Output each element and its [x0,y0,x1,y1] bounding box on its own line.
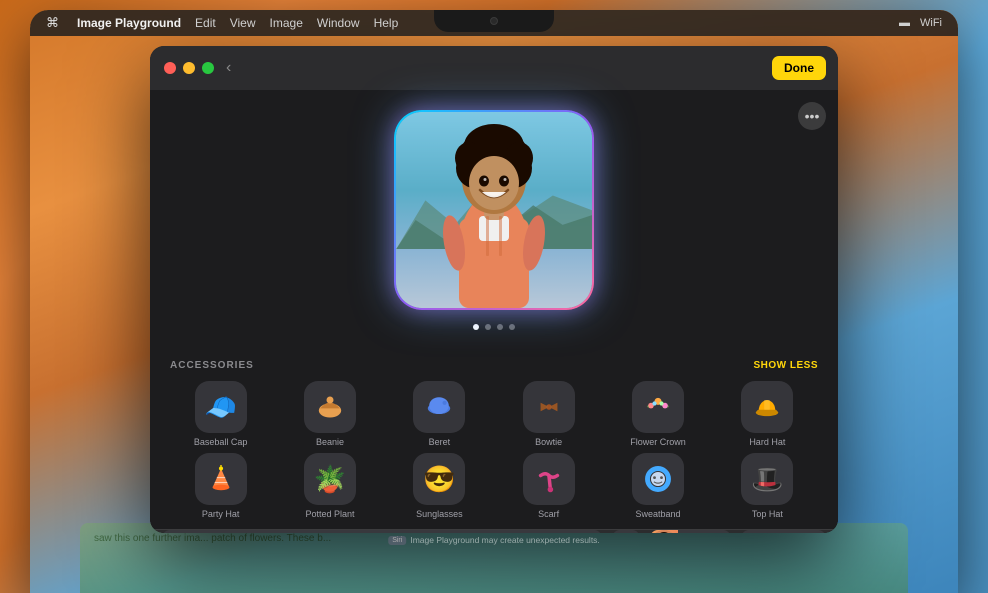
image-area: ••• [150,90,838,350]
maximize-button[interactable] [202,62,214,74]
scarf-icon [523,453,575,505]
ellipsis-icon: ••• [805,108,820,124]
sweatband-icon [632,453,684,505]
menu-app-name[interactable]: Image Playground [77,16,181,30]
menu-image[interactable]: Image [270,16,303,30]
beret-icon [413,381,465,433]
accessory-sweatband[interactable]: Sweatband [607,453,708,519]
person-info: PERSON Theo [678,530,731,533]
flower-crown-icon [632,381,684,433]
show-less-button[interactable]: SHOW LESS [753,360,818,371]
sunglasses-label: Sunglasses [416,509,463,519]
dot-4[interactable] [509,324,515,330]
image-gen-button[interactable]: ⊞ [612,530,640,533]
done-button[interactable]: Done [772,56,826,80]
accessory-sunglasses[interactable]: 😎 Sunglasses [389,453,490,519]
accessory-bowtie[interactable]: Bowtie [498,381,599,447]
close-button[interactable] [164,62,176,74]
menu-help[interactable]: Help [374,16,399,30]
ai-badge: Siri [388,536,406,545]
person-tag[interactable]: PERSON Theo [650,530,731,533]
sunglasses-icon: 😎 [413,453,465,505]
person-figure-svg [424,112,564,308]
person-avatar [650,530,678,533]
beanie-icon [304,381,356,433]
ai-note: Siri Image Playground may create unexpec… [388,535,600,545]
pagination-dots [473,324,515,330]
menu-bar-left: ⌘ Image Playground Edit View Image Windo… [46,15,398,31]
beret-label: Beret [429,437,451,447]
accessories-section: ACCESSORIES SHOW LESS 🧢 Baseball Cap [150,350,838,529]
sweatband-label: Sweatband [635,509,680,519]
accessory-party-hat[interactable]: Party Hat [170,453,271,519]
generated-image-container [394,110,594,310]
dot-3[interactable] [497,324,503,330]
dot-1[interactable] [473,324,479,330]
bowtie-label: Bowtie [535,437,562,447]
potted-plant-label: Potted Plant [305,509,354,519]
hard-hat-label: Hard Hat [749,437,785,447]
menu-edit[interactable]: Edit [195,16,216,30]
accessories-grid: 🧢 Baseball Cap [170,381,818,519]
accessory-flower-crown[interactable]: Flower Crown [607,381,708,447]
party-hat-label: Party Hat [202,509,240,519]
below-window-panel: saw this one further ima... patch of flo… [80,523,908,593]
accessory-baseball-cap[interactable]: 🧢 Baseball Cap [170,381,271,447]
ai-note-text: Image Playground may create unexpected r… [410,535,599,545]
flower-crown-label: Flower Crown [630,437,686,447]
desktop: ⌘ Image Playground Edit View Image Windo… [0,0,988,593]
accessory-top-hat[interactable]: 🎩 Top Hat [717,453,818,519]
laptop-frame: ⌘ Image Playground Edit View Image Windo… [30,10,958,593]
wifi-icon: WiFi [920,17,942,29]
baseball-cap-label: Baseball Cap [194,437,248,447]
baseball-cap-icon: 🧢 [195,381,247,433]
dot-2[interactable] [485,324,491,330]
generated-image [396,112,592,308]
traffic-lights [164,62,214,74]
accessories-header: ACCESSORIES SHOW LESS [170,360,818,371]
app-window: ‹ Done ••• [150,46,838,533]
camera-notch [434,10,554,32]
apple-logo-icon: ⌘ [46,15,59,31]
beanie-label: Beanie [316,437,344,447]
accessory-beret[interactable]: Beret [389,381,490,447]
potted-plant-icon: 🪴 [304,453,356,505]
accessory-potted-plant[interactable]: 🪴 Potted Plant [279,453,380,519]
style-icon [741,530,769,533]
more-options-button[interactable]: ••• [798,102,826,130]
menu-window[interactable]: Window [317,16,360,30]
top-hat-label: Top Hat [752,509,783,519]
accessory-beanie[interactable]: Beanie [279,381,380,447]
main-content: ••• [150,90,838,533]
back-button[interactable]: ‹ [226,59,231,77]
menu-view[interactable]: View [230,16,256,30]
top-hat-icon: 🎩 [741,453,793,505]
accessory-hard-hat[interactable]: Hard Hat [717,381,818,447]
accessories-title: ACCESSORIES [170,360,254,371]
laptop-screen: ⌘ Image Playground Edit View Image Windo… [30,10,958,593]
minimize-button[interactable] [183,62,195,74]
battery-icon: ▬ [899,17,910,29]
style-tag[interactable]: STYLE Animation [741,530,826,533]
title-bar: ‹ Done [150,46,838,90]
accessory-scarf[interactable]: Scarf [498,453,599,519]
describe-field[interactable]: ✦ Describe an image [162,530,602,533]
camera-dot [490,17,498,25]
scarf-label: Scarf [538,509,559,519]
bowtie-icon [523,381,575,433]
hard-hat-icon [741,381,793,433]
menu-bar-right: ▬ WiFi [899,17,942,29]
bottom-toolbar: ✦ Describe an image ⊞ [150,529,838,533]
party-hat-icon [195,453,247,505]
